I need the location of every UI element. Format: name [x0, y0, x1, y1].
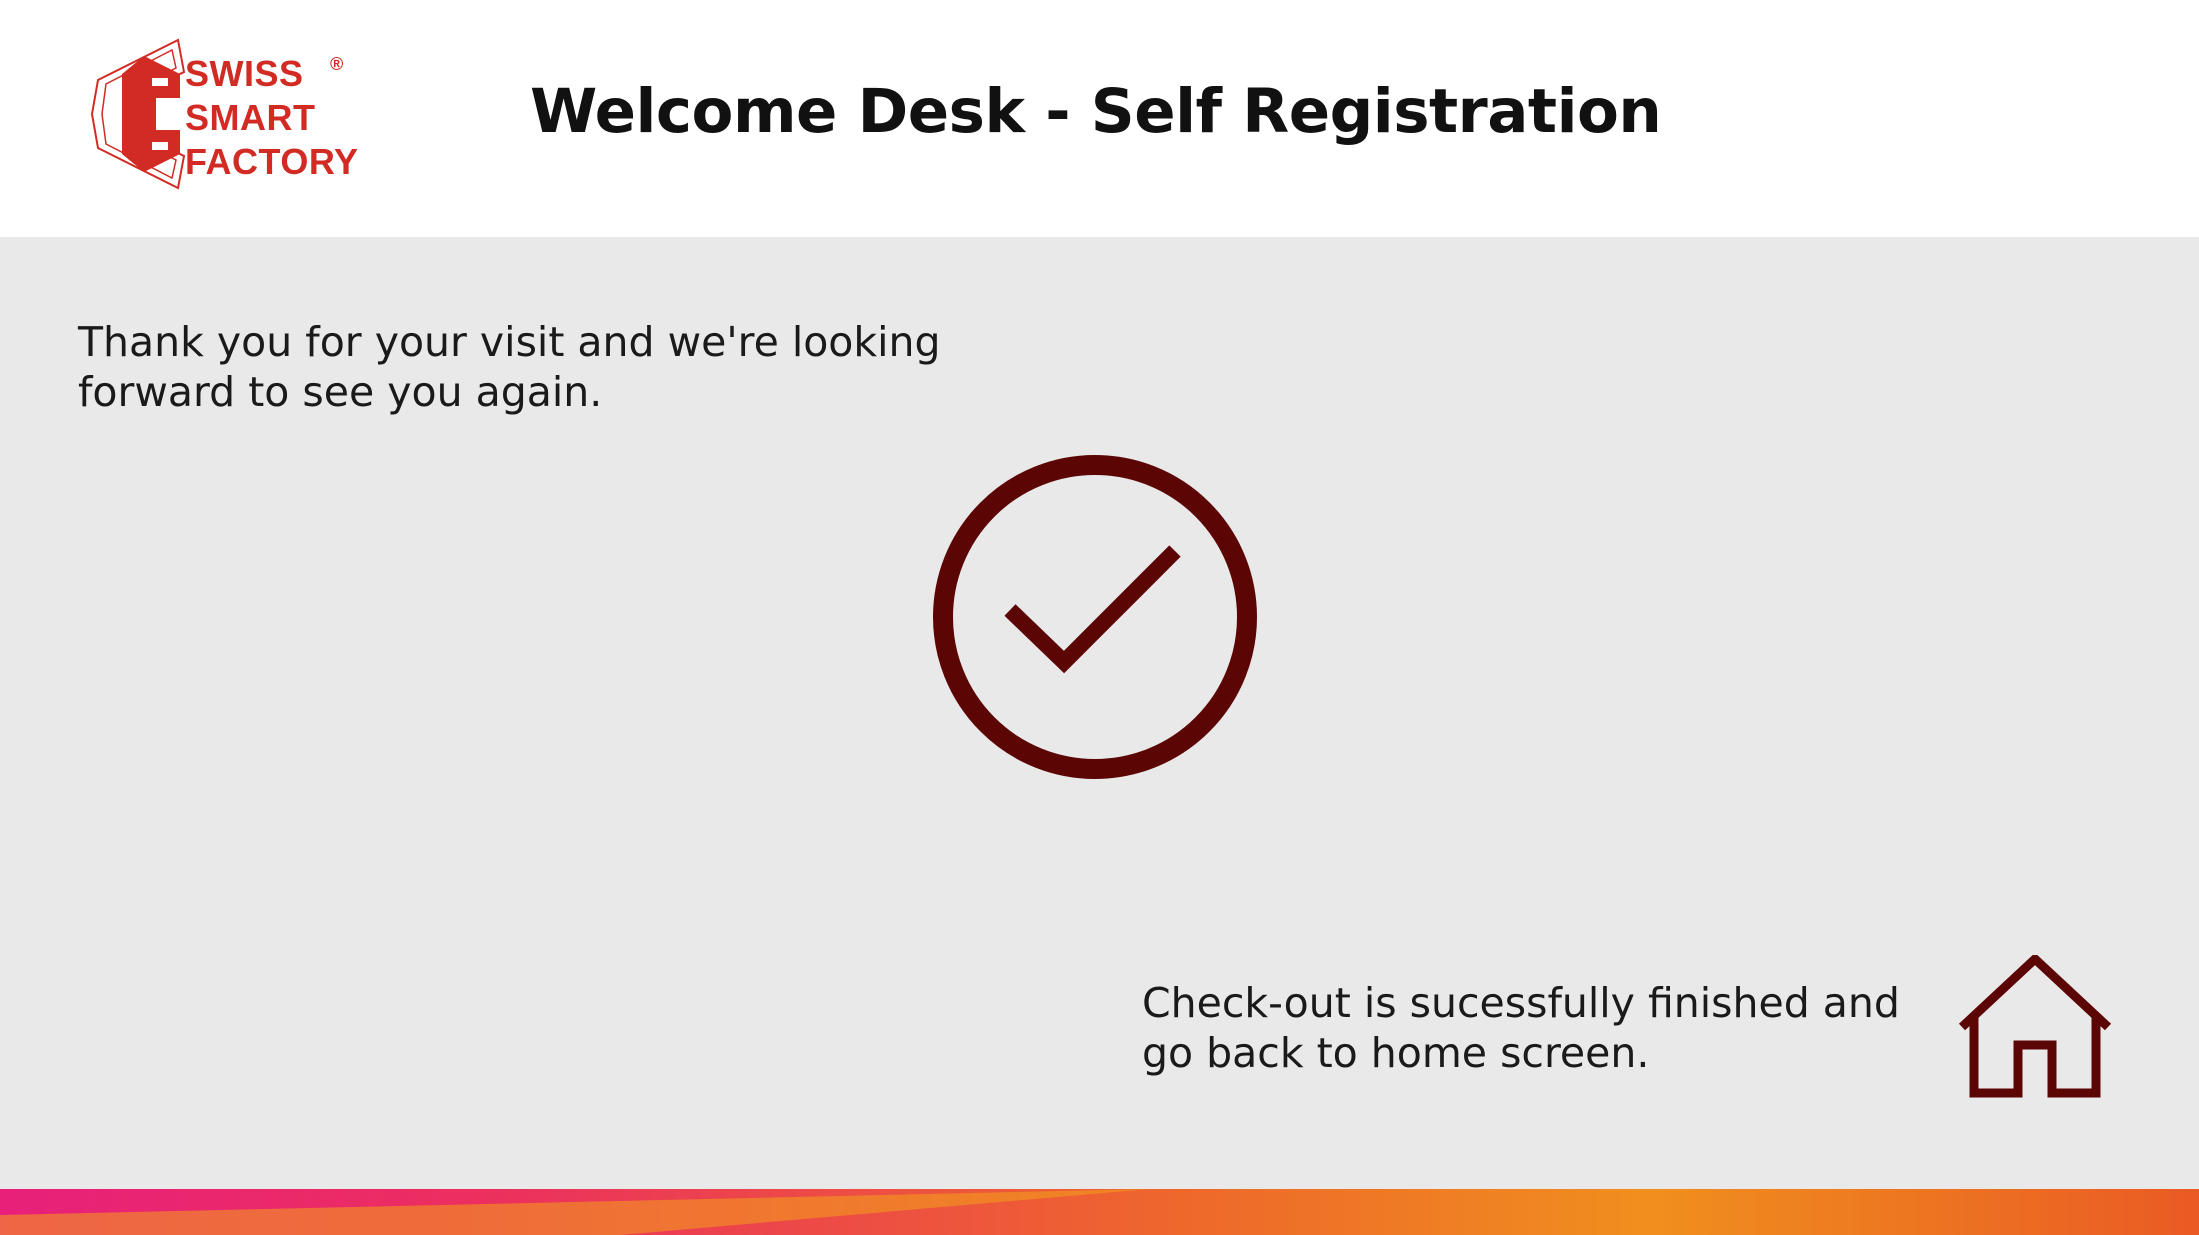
logo-hex-icon [90, 38, 186, 190]
logo-line-3: FACTORY [185, 141, 359, 182]
thank-you-line-1: Thank you for your visit and we're looki… [78, 318, 941, 366]
page-title: Welcome Desk - Self Registration [530, 76, 1662, 147]
checkout-line-1: Check-out is sucessfully finished and [1142, 979, 1900, 1027]
thank-you-line-2: forward to see you again. [78, 368, 603, 416]
checkout-status-message: Check-out is sucessfully finished and go… [1142, 978, 1942, 1078]
registered-mark: ® [330, 54, 344, 74]
header: SWISS SMART FACTORY ® Welcome Desk - Sel… [0, 0, 2199, 237]
checkmark-circle-icon [933, 455, 1257, 779]
footer-wedge [0, 1189, 1150, 1235]
thank-you-message: Thank you for your visit and we're looki… [78, 317, 978, 417]
home-button[interactable] [1958, 952, 2112, 1101]
checkout-line-2: go back to home screen. [1142, 1029, 1650, 1077]
footer-gradient-bar [0, 1189, 2199, 1235]
swiss-smart-factory-logo: SWISS SMART FACTORY ® [88, 36, 358, 194]
logo-line-2: SMART [185, 97, 316, 138]
home-icon [1958, 952, 2112, 1098]
